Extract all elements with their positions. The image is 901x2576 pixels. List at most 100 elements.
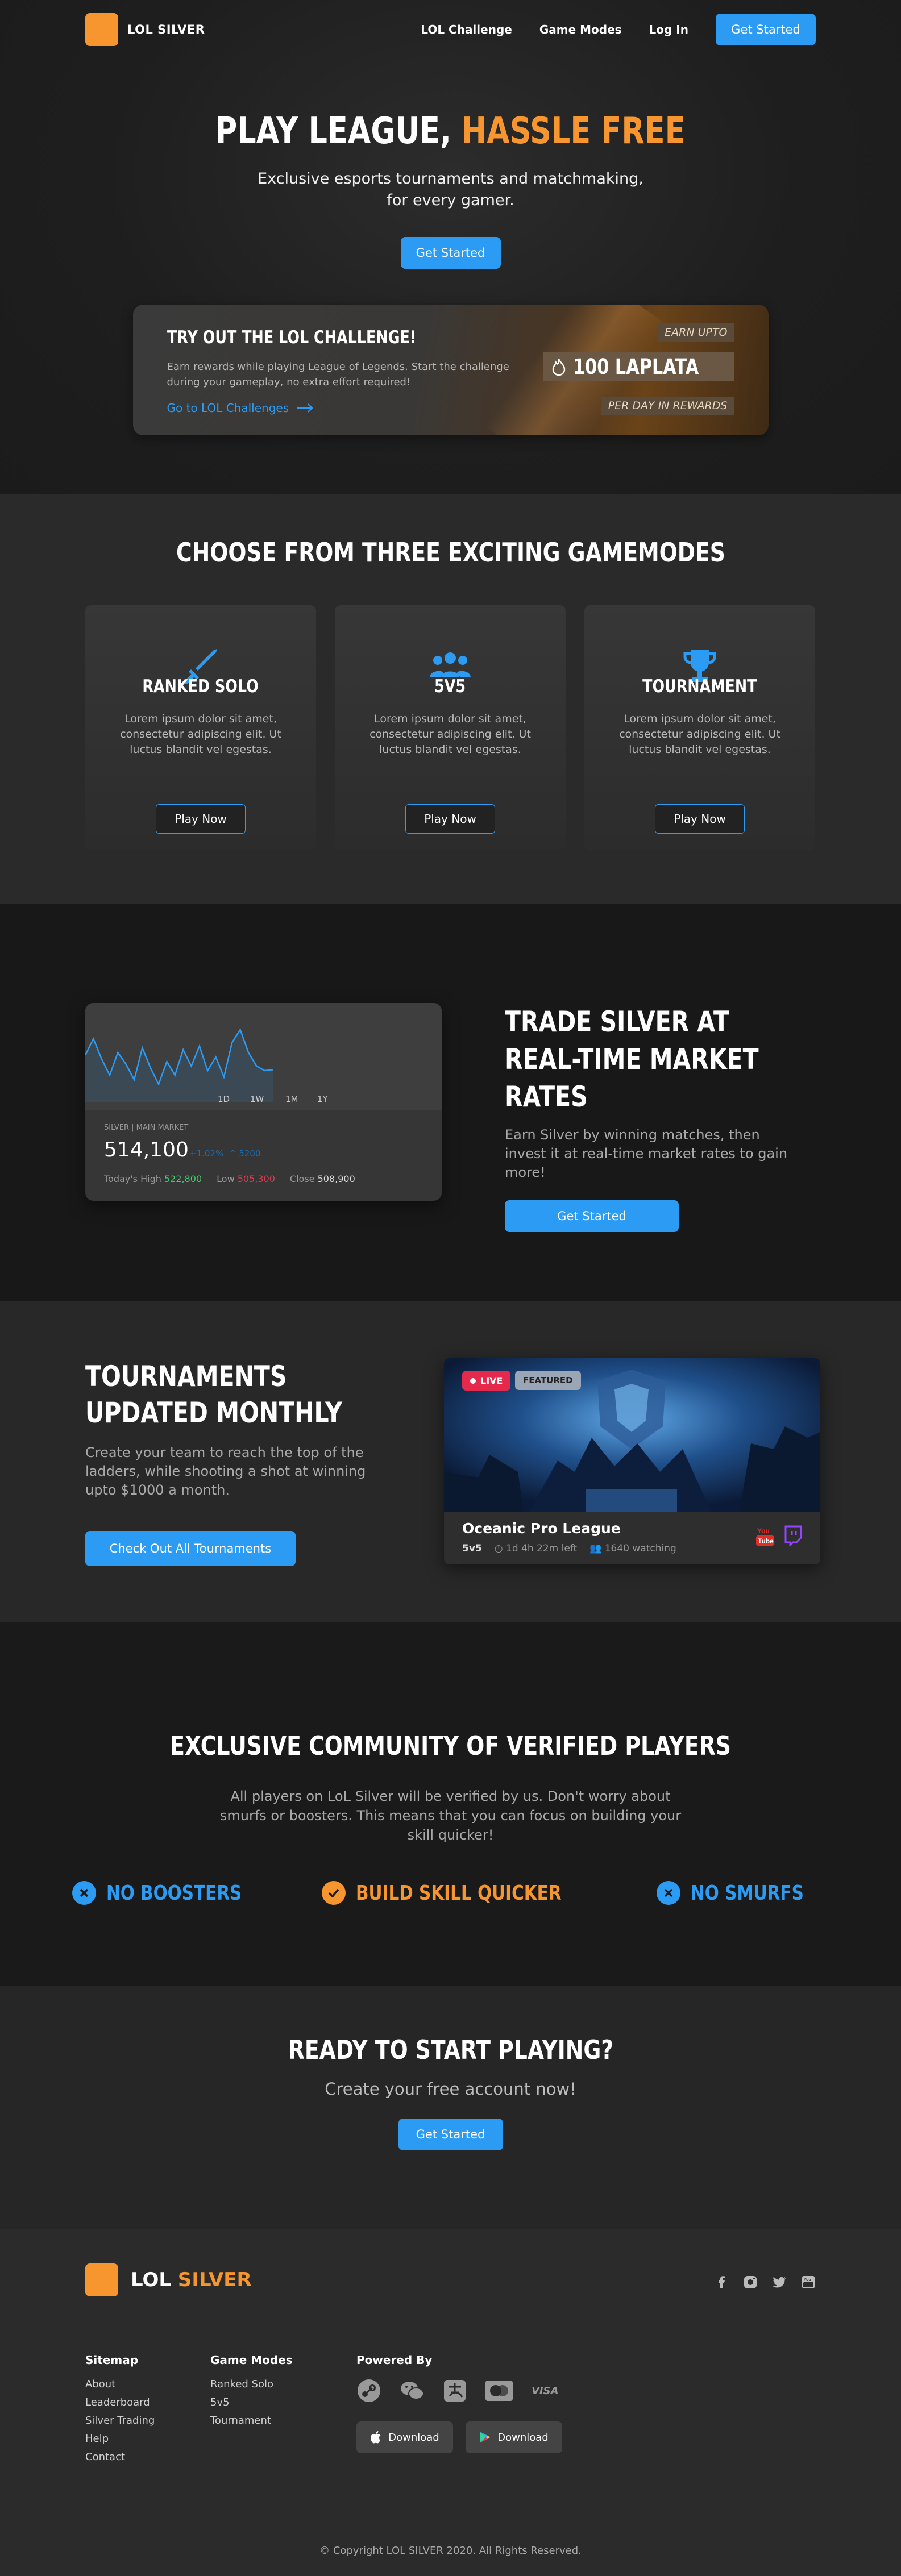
twitter-icon[interactable] (772, 2275, 787, 2290)
google-play-download-button[interactable]: Download (466, 2421, 562, 2453)
promo-title: TRY OUT THE LOL CHALLENGE! (167, 327, 416, 348)
trade-section: 1D 1W 1M 1Y SILVER | MAIN MARKET 514,100… (0, 904, 901, 1301)
svg-text:You: You (804, 2278, 811, 2282)
ready-get-started-button[interactable]: Get Started (398, 2119, 503, 2150)
market-label: SILVER | MAIN MARKET (104, 1123, 189, 1132)
footer-powered-by: Powered By VISA Download Download (356, 2353, 562, 2453)
users-icon: 👥 (589, 1543, 602, 1554)
footer-link-ranked-solo[interactable]: Ranked Solo (210, 2378, 293, 2390)
nav-link-lol-challenge[interactable]: LOL Challenge (421, 23, 512, 36)
footer-link-tournament[interactable]: Tournament (210, 2415, 293, 2427)
arrow-up-icon: ^ (229, 1148, 239, 1159)
gamemode-card-5v5: 5V5 Lorem ipsum dolor sit amet, consecte… (335, 605, 566, 850)
market-price: 514,100 (104, 1138, 189, 1162)
footer: LOL SILVER You Sitemap About Leaderboard… (0, 2229, 901, 2576)
hero-subtitle: Exclusive esports tournaments and matchm… (258, 170, 643, 209)
nav-link-log-in[interactable]: Log In (649, 23, 688, 36)
trade-description: Earn Silver by winning matches, then inv… (505, 1127, 788, 1180)
flame-icon (552, 358, 565, 376)
nav-get-started-button[interactable]: Get Started (716, 14, 816, 45)
lol-challenges-link[interactable]: Go to LOL Challenges (167, 401, 314, 415)
clock-icon: ◷ (494, 1543, 503, 1554)
mastercard-icon (485, 2381, 513, 2401)
trade-title: TRADE SILVER AT REAL-TIME MARKET RATES (505, 1005, 759, 1113)
steam-icon (358, 2379, 380, 2402)
tournament-name: Oceanic Pro League (462, 1520, 621, 1537)
svg-text:You: You (757, 1527, 770, 1535)
range-1y[interactable]: 1Y (317, 1094, 328, 1104)
change-absolute: ^ 5200 (229, 1148, 261, 1159)
gamemodes-section: CHOOSE FROM THREE EXCITING GAMEMODES RAN… (0, 494, 901, 904)
feature-no-boosters: NO BOOSTERS (72, 1881, 272, 1905)
play-now-button[interactable]: Play Now (655, 804, 745, 834)
tournaments-description: Create your team to reach the top of the… (85, 1445, 366, 1498)
footer-game-modes: Game Modes Ranked Solo 5v5 Tournament (210, 2353, 293, 2427)
twitch-icon[interactable] (784, 1525, 802, 1546)
apple-icon (371, 2431, 381, 2444)
youtube-icon[interactable]: You Tube (755, 1525, 775, 1547)
instagram-icon[interactable] (743, 2275, 758, 2290)
google-play-icon (480, 2432, 491, 2443)
top-nav: LOL SILVER LOL Challenge Game Modes Log … (85, 0, 816, 59)
earn-upto-tag: EARN UPTO (658, 323, 734, 342)
ready-subtitle: Create your free account now! (325, 2079, 576, 2099)
facebook-icon[interactable] (714, 2275, 729, 2290)
range-1m[interactable]: 1M (285, 1094, 298, 1104)
app-store-download-button[interactable]: Download (356, 2421, 453, 2453)
feature-no-smurfs: NO SMURFS (657, 1881, 829, 1905)
gamemodes-title: CHOOSE FROM THREE EXCITING GAMEMODES (176, 537, 725, 568)
change-percent: +1.02% (189, 1148, 224, 1159)
market-widget: 1D 1W 1M 1Y SILVER | MAIN MARKET 514,100… (85, 1003, 442, 1201)
play-now-button[interactable]: Play Now (405, 804, 495, 834)
footer-link-help[interactable]: Help (85, 2433, 155, 2445)
footer-link-contact[interactable]: Contact (85, 2451, 155, 2463)
price-chart (85, 1028, 273, 1102)
footer-link-leaderboard[interactable]: Leaderboard (85, 2396, 155, 2408)
featured-badge: FEATURED (515, 1371, 581, 1390)
ready-title: READY TO START PLAYING? (288, 2034, 613, 2065)
tournaments-section: TOURNAMENTS UPDATED MONTHLY Create your … (0, 1301, 901, 1622)
check-tournaments-button[interactable]: Check Out All Tournaments (85, 1531, 296, 1566)
brand-name[interactable]: LOL SILVER (127, 23, 205, 36)
nav-link-game-modes[interactable]: Game Modes (539, 23, 622, 36)
gamemode-card-tournament: TOURNAMENT Lorem ipsum dolor sit amet, c… (584, 605, 815, 850)
per-day-tag: PER DAY IN REWARDS (601, 397, 734, 415)
tournament-image: LIVE FEATURED (444, 1358, 820, 1512)
copyright: © Copyright LOL SILVER 2020. All Rights … (319, 2545, 582, 2557)
community-title: EXCLUSIVE COMMUNITY OF VERIFIED PLAYERS (170, 1730, 731, 1761)
hero-title: PLAY LEAGUE, HASSLE FREE (215, 110, 686, 152)
reward-amount-tag: 100 LAPLATA (543, 352, 734, 381)
hero-section: LOL SILVER LOL Challenge Game Modes Log … (0, 0, 901, 494)
alipay-icon (444, 2380, 466, 2402)
visa-icon: VISA (532, 2384, 559, 2397)
footer-link-5v5[interactable]: 5v5 (210, 2396, 293, 2408)
tournament-meta: 5v5 ◷ 1d 4h 22m left 👥 1640 watching (462, 1543, 676, 1554)
live-badge: LIVE (462, 1371, 511, 1391)
range-1w[interactable]: 1W (250, 1094, 264, 1104)
promo-description: Earn rewards while playing League of Leg… (167, 361, 509, 388)
range-1d[interactable]: 1D (218, 1094, 230, 1104)
play-now-button[interactable]: Play Now (156, 804, 246, 834)
cta-section: READY TO START PLAYING? Create your free… (0, 1986, 901, 2229)
tournaments-title: TOURNAMENTS UPDATED MONTHLY (85, 1360, 342, 1429)
market-stats: Today's High 522,800 Low 505,300 Close 5… (104, 1173, 355, 1184)
logo-icon[interactable] (85, 13, 118, 46)
community-section: EXCLUSIVE COMMUNITY OF VERIFIED PLAYERS … (0, 1622, 901, 1986)
footer-link-silver-trading[interactable]: Silver Trading (85, 2415, 155, 2427)
check-circle-icon (322, 1881, 346, 1905)
gamemode-card-ranked-solo: RANKED SOLO Lorem ipsum dolor sit amet, … (85, 605, 316, 850)
youtube-icon[interactable]: You (801, 2275, 816, 2290)
footer-logo[interactable]: LOL SILVER (85, 2263, 252, 2296)
x-circle-icon (72, 1881, 97, 1905)
arrow-right-icon (297, 403, 313, 413)
hero-get-started-button[interactable]: Get Started (400, 237, 501, 269)
svg-text:Tube: Tube (758, 1537, 774, 1545)
featured-tournament-card[interactable]: LIVE FEATURED Oceanic Pro League 5v5 ◷ 1… (444, 1358, 820, 1564)
wechat-icon (401, 2382, 424, 2400)
lol-challenge-banner: TRY OUT THE LOL CHALLENGE! Earn rewards … (132, 305, 769, 435)
footer-sitemap: Sitemap About Leaderboard Silver Trading… (85, 2353, 155, 2463)
x-circle-icon (657, 1881, 681, 1905)
feature-build-skill: BUILD SKILL QUICKER (322, 1881, 607, 1905)
trade-get-started-button[interactable]: Get Started (505, 1200, 679, 1232)
footer-link-about[interactable]: About (85, 2378, 155, 2390)
